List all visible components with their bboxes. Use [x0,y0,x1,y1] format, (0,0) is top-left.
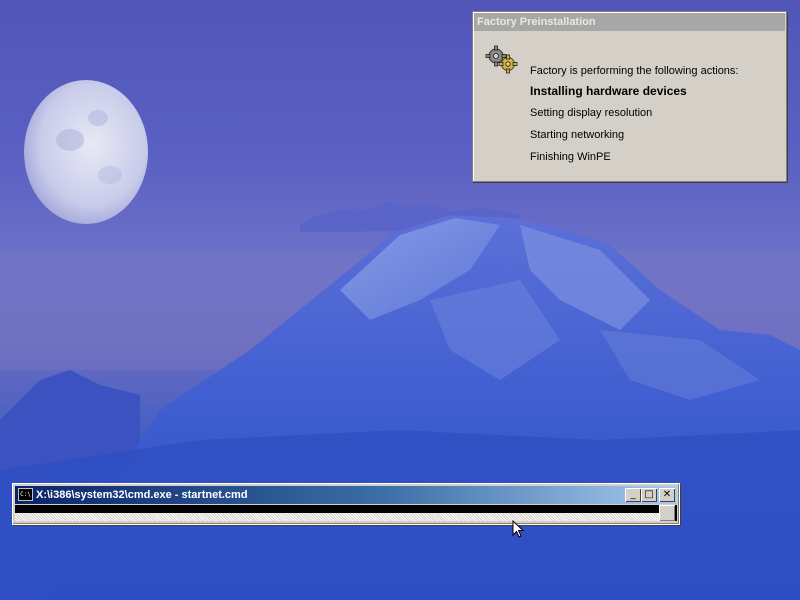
gears-icon [485,45,518,74]
close-button[interactable]: ✕ [659,488,675,502]
factory-preinstallation-dialog: Factory Preinstallation Factory is perfo… [472,11,787,182]
desktop: Factory Preinstallation Factory is perfo… [0,0,800,600]
horizontal-scrollbar[interactable] [15,513,659,521]
dialog-title[interactable]: Factory Preinstallation [474,13,785,31]
cmd-icon[interactable]: C:\ [18,488,33,501]
cmd-title: X:\i386\system32\cmd.exe - startnet.cmd [36,489,248,501]
cmd-window[interactable]: C:\ X:\i386\system32\cmd.exe - startnet.… [12,483,680,525]
maximize-button[interactable]: □ [641,488,657,502]
step-finishing-winpe: Finishing WinPE [530,151,611,163]
cmd-titlebar[interactable]: C:\ X:\i386\system32\cmd.exe - startnet.… [15,486,677,504]
moon [24,80,148,224]
vertical-scrollbar[interactable] [659,505,675,521]
dialog-lead-text: Factory is performing the following acti… [530,65,739,77]
step-starting-networking: Starting networking [530,129,625,141]
mouse-cursor-icon [512,520,524,538]
step-display-resolution: Setting display resolution [530,107,653,119]
minimize-button[interactable]: _ [625,488,641,502]
step-installing-hardware: Installing hardware devices [530,84,687,98]
